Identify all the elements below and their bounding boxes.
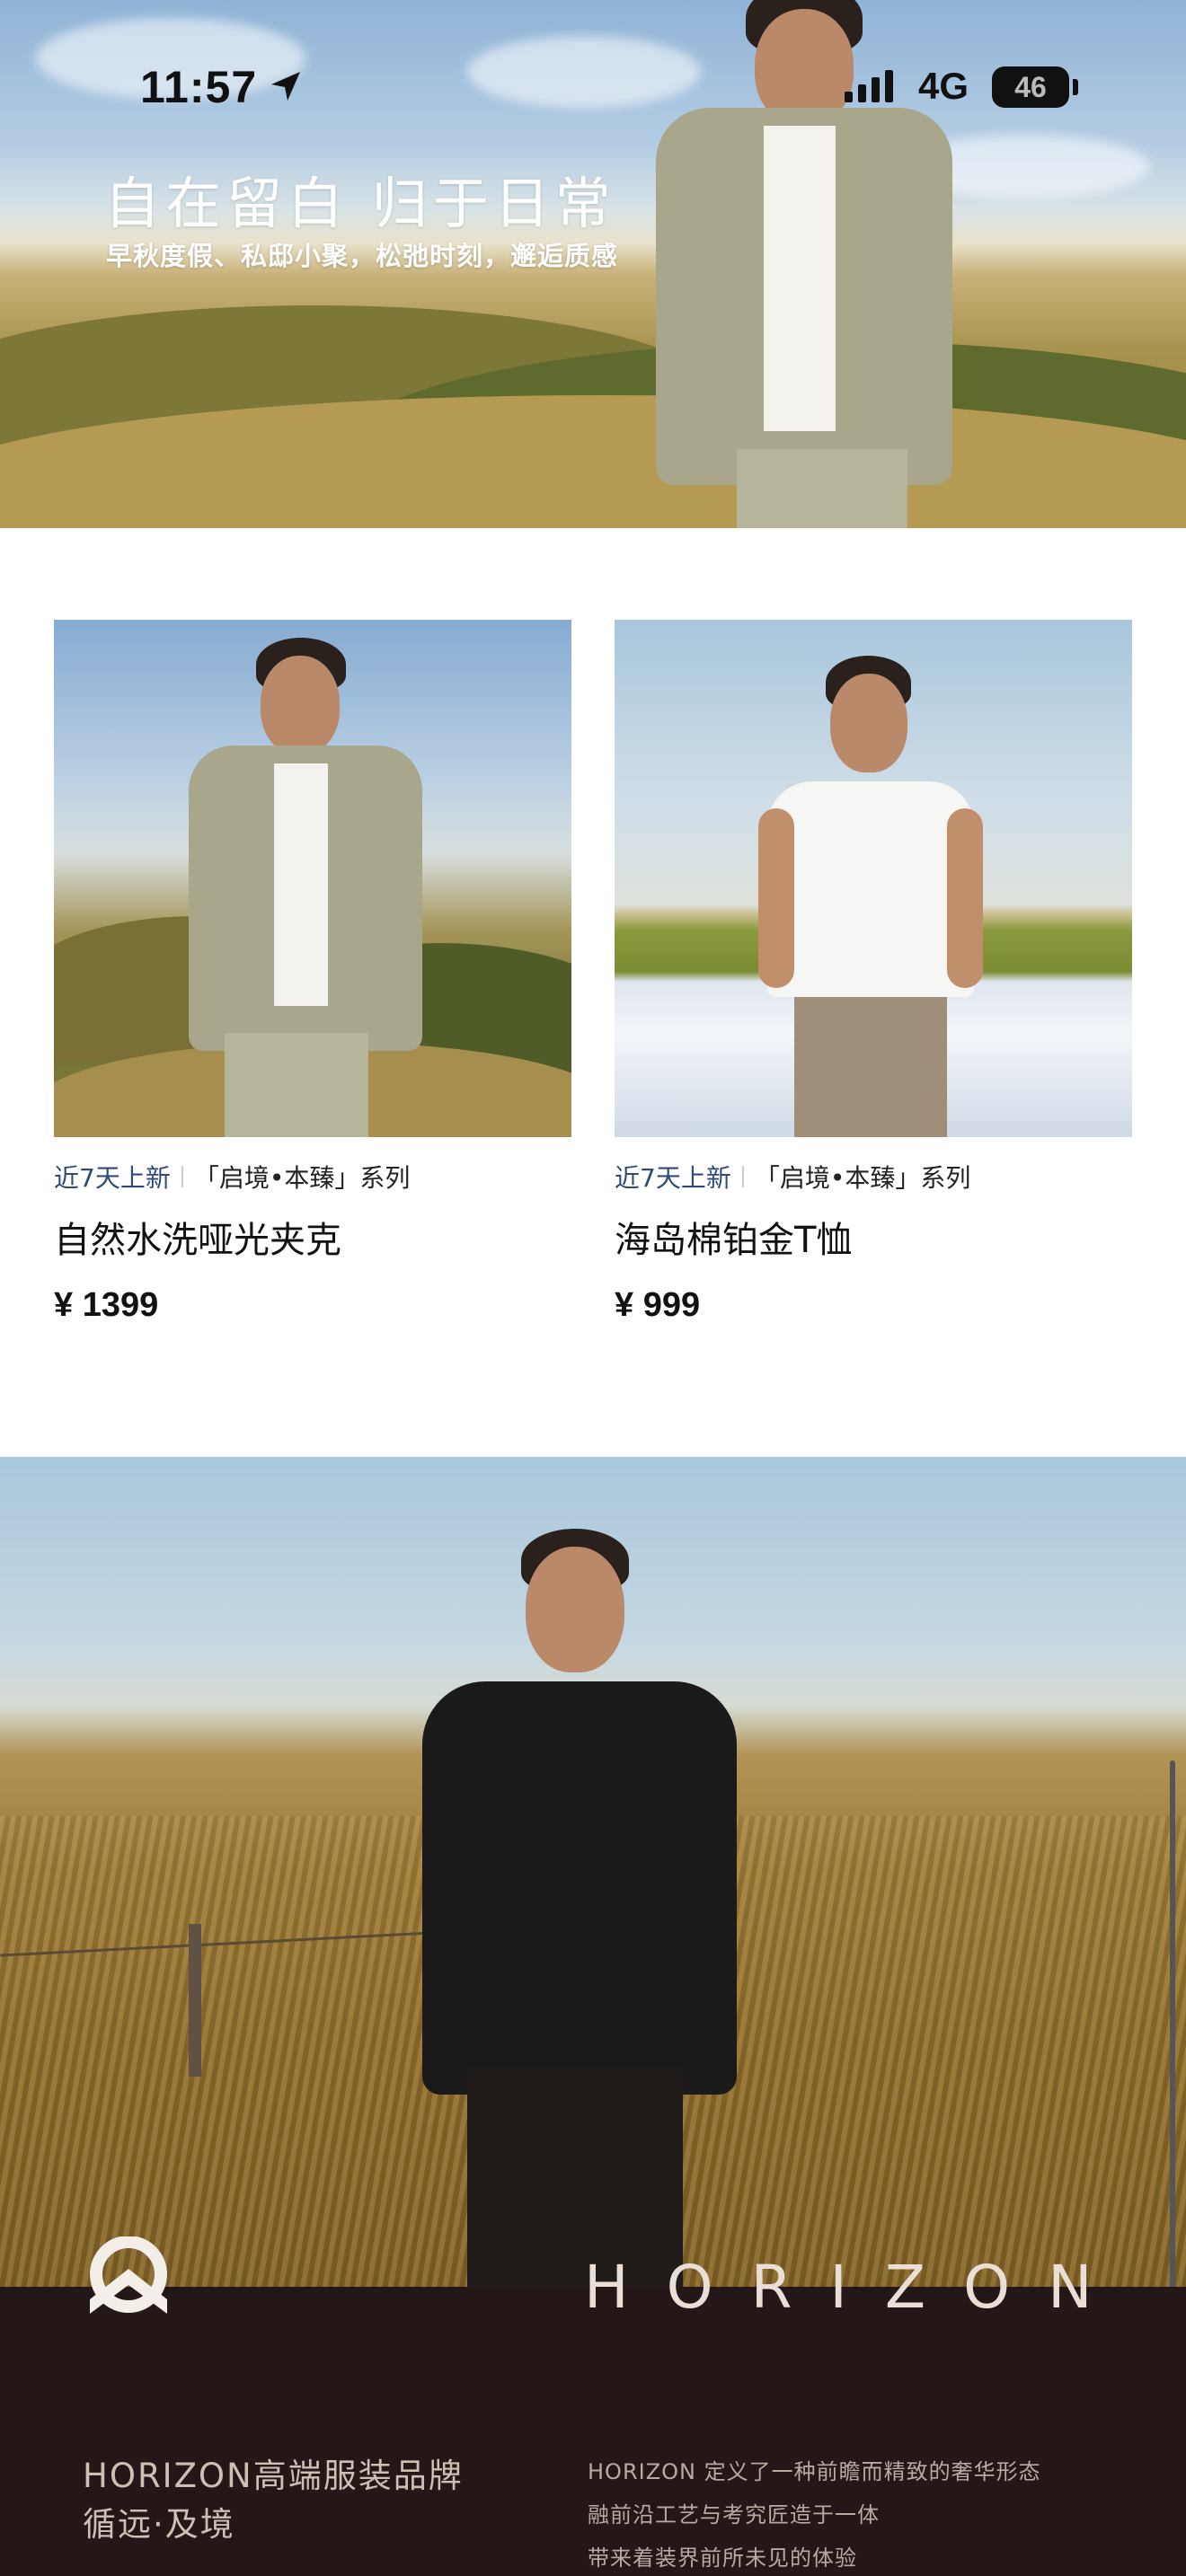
new-arrival-tag: 近7天上新 xyxy=(615,1163,731,1193)
product-price: ¥ 999 xyxy=(615,1286,701,1324)
scrollbar[interactable] xyxy=(1170,1760,1175,2290)
product-image[interactable] xyxy=(54,620,571,1137)
product-meta: 近7天上新 「启境•本臻」系列 xyxy=(54,1159,410,1195)
new-arrival-tag: 近7天上新 xyxy=(54,1163,171,1193)
network-type: 4G xyxy=(918,65,969,107)
status-bar: 11:57 4G 46 xyxy=(0,0,1186,171)
product-price: ¥ 1399 xyxy=(54,1286,159,1324)
product-image[interactable] xyxy=(615,620,1132,1137)
battery-cap xyxy=(1073,79,1078,95)
series-label: 「启境•本臻」系列 xyxy=(193,1163,411,1193)
product-name[interactable]: 自然水洗哑光夹克 xyxy=(54,1211,341,1263)
brand-description-line: 带来着装界前所未见的体验 xyxy=(588,2545,857,2571)
battery-icon: 46 xyxy=(992,66,1069,108)
brand-slogan: 循远·及境 xyxy=(83,2505,235,2544)
product-meta: 近7天上新 「启境•本臻」系列 xyxy=(615,1159,970,1195)
product-name[interactable]: 海岛棉铂金T恤 xyxy=(615,1211,852,1263)
brand-title: HORIZON高端服装品牌 xyxy=(83,2457,464,2495)
divider xyxy=(181,1166,183,1187)
divider xyxy=(741,1166,744,1187)
signal-bars-icon xyxy=(845,70,893,102)
status-time: 11:57 xyxy=(140,62,258,112)
brand-description-line: 融前沿工艺与考究匠造于一体 xyxy=(588,2502,880,2527)
location-arrow-icon xyxy=(271,72,300,101)
series-label: 「启境•本臻」系列 xyxy=(754,1163,971,1193)
horizon-logo-icon xyxy=(90,2236,167,2314)
brand-banner-image[interactable] xyxy=(0,1457,1186,2287)
hero-subtitle: 早秋度假、私邸小聚，松弛时刻，邂逅质感 xyxy=(106,241,619,271)
brand-wordmark: HORIZON xyxy=(584,2253,1130,2322)
brand-description-line: HORIZON 定义了一种前瞻而精致的奢华形态 xyxy=(588,2459,1041,2484)
